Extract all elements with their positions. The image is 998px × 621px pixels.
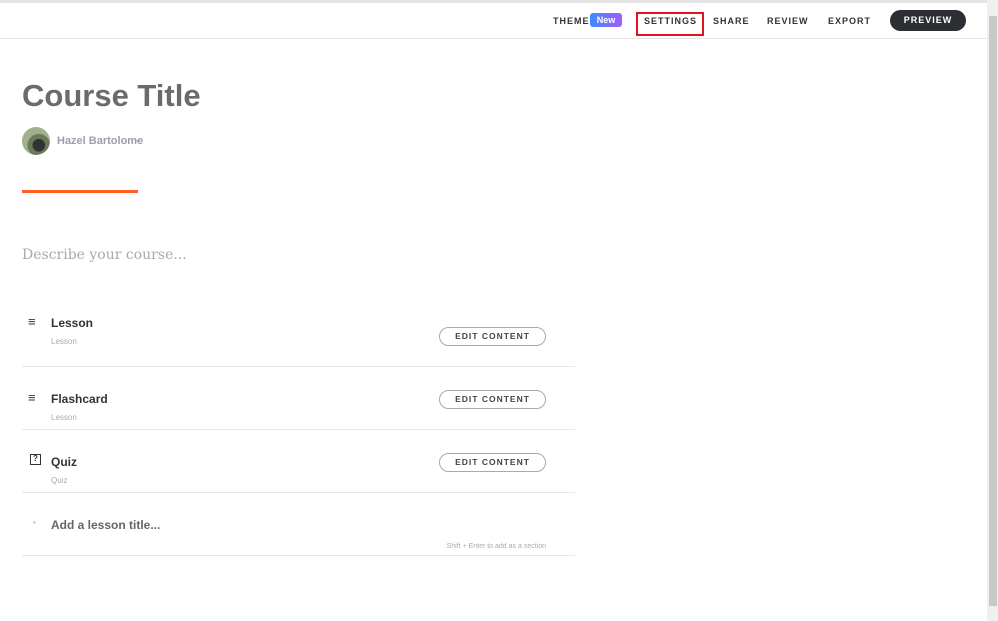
author-name[interactable]: Hazel Bartolome [57,135,143,147]
lesson-title[interactable]: Flashcard [51,392,108,406]
lesson-title[interactable]: Lesson [51,316,93,330]
new-badge: New [590,13,622,27]
bullet-icon: • [33,518,36,527]
lines-icon: ≡ [28,314,36,329]
export-link[interactable]: EXPORT [828,16,871,26]
edit-content-button[interactable]: EDIT CONTENT [439,390,546,409]
scrollbar-thumb[interactable] [989,16,997,606]
share-link[interactable]: SHARE [713,16,750,26]
lesson-type: Lesson [51,337,77,346]
lesson-row[interactable]: ≡ Flashcard Lesson EDIT CONTENT [22,367,575,430]
preview-button[interactable]: PREVIEW [890,10,966,31]
section-hint: Shift + Enter to add as a section [446,543,546,550]
lines-icon: ≡ [28,390,36,405]
lesson-row[interactable]: ≡ Lesson Lesson EDIT CONTENT [22,304,575,367]
theme-link[interactable]: THEME [553,16,590,26]
new-lesson-input[interactable]: Add a lesson title... [51,518,160,532]
chevron-down-icon[interactable]: ⌄ [134,134,142,145]
edit-content-button[interactable]: EDIT CONTENT [439,327,546,346]
avatar [22,127,50,155]
lesson-type: Lesson [51,413,77,422]
lesson-title[interactable]: Quiz [51,455,77,469]
lesson-type: Quiz [51,476,68,485]
accent-bar [22,190,138,193]
new-lesson-row: • Add a lesson title... Shift + Enter to… [22,493,575,556]
review-link[interactable]: REVIEW [767,16,809,26]
course-description-input[interactable]: Describe your course... [22,247,187,263]
lesson-row[interactable]: ? Quiz Quiz EDIT CONTENT [22,430,575,493]
question-box-icon: ? [30,454,41,465]
edit-content-button[interactable]: EDIT CONTENT [439,453,546,472]
course-title[interactable]: Course Title [22,78,201,114]
settings-highlight-box [636,12,704,36]
